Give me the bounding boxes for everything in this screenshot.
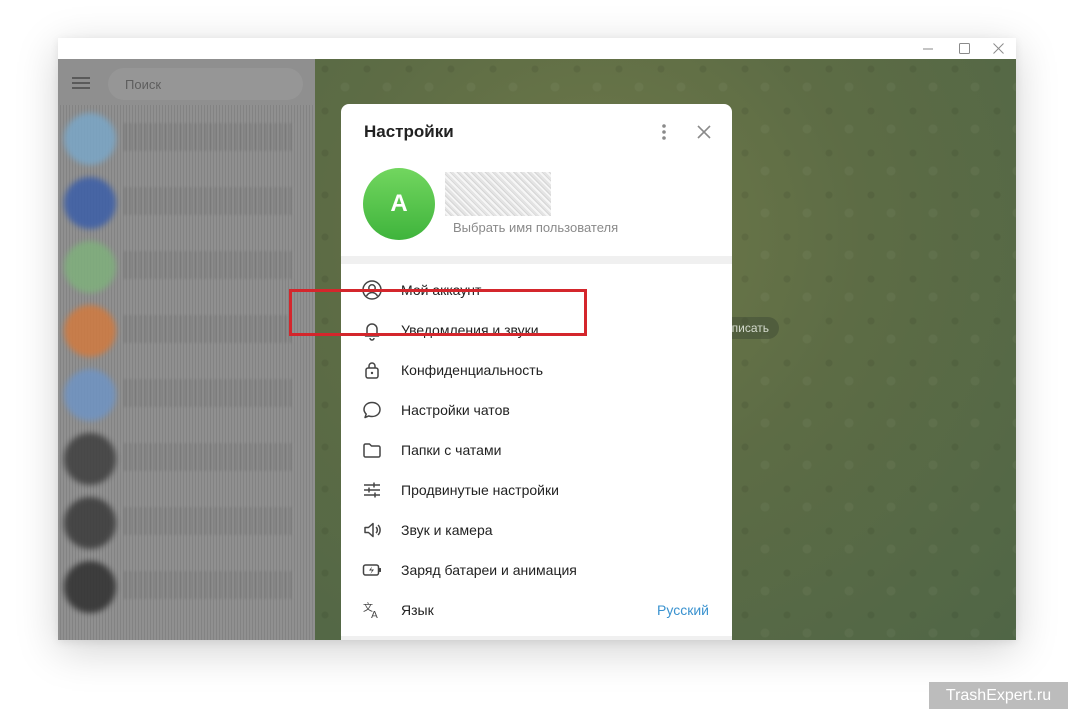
menu-item-chat-folders[interactable]: Папки с чатами [341,430,732,470]
maximize-icon [958,43,970,54]
language-value: Русский [657,602,709,618]
menu-item-label: Заряд батареи и анимация [401,562,577,578]
translate-icon: 文A [361,599,383,621]
menu-item-label: Звук и камера [401,522,493,538]
chat-preview-redacted [124,187,294,215]
lock-icon [361,359,383,381]
avatar-letter: A [390,190,408,217]
chat-list-pane [58,59,315,640]
avatar [64,433,116,485]
watermark: TrashExpert.ru [929,682,1068,709]
chat-list [58,105,315,640]
more-options-button[interactable] [655,122,673,142]
minimize-button[interactable] [910,38,946,59]
menu-item-label: Продвинутые настройки [401,482,559,498]
title-bar [58,38,1016,59]
avatar[interactable]: A [363,168,435,240]
menu-item-label: Папки с чатами [401,442,502,458]
speaker-icon [361,519,383,541]
avatar [64,561,116,613]
list-item[interactable] [58,233,315,295]
chat-preview-redacted [124,315,294,343]
maximize-button[interactable] [946,38,982,59]
chat-preview-redacted [124,123,294,151]
avatar [64,177,116,229]
menu-item-label: Настройки чатов [401,402,510,418]
chat-preview-redacted [124,443,294,471]
menu-item-sound-camera[interactable]: Звук и камера [341,510,732,550]
close-dialog-button[interactable] [694,122,714,142]
menu-item-label: Конфиденциальность [401,362,544,378]
menu-item-language[interactable]: 文A Язык Русский [341,590,732,630]
list-item[interactable] [58,553,315,615]
profile-name-redacted [445,172,551,216]
menu-item-label: Язык [401,602,434,618]
chat-preview-redacted [124,379,294,407]
search-box[interactable] [108,68,303,100]
close-icon [697,125,711,139]
close-icon [992,43,1004,54]
menu-item-battery-animation[interactable]: Заряд батареи и анимация [341,550,732,590]
settings-dialog: Настройки A Выбрать имя пользователя Мой… [341,104,732,640]
section-separator [341,256,732,264]
battery-icon [361,559,383,581]
menu-item-chat-settings[interactable]: Настройки чатов [341,390,732,430]
dialog-title: Настройки [364,122,454,141]
chat-preview-redacted [124,507,294,535]
minimize-icon [923,48,933,49]
chat-preview-redacted [124,571,294,599]
avatar [64,113,116,165]
menu-item-advanced-settings[interactable]: Продвинутые настройки [341,470,732,510]
svg-text:A: A [371,610,378,621]
list-item[interactable] [58,489,315,551]
close-window-button[interactable] [980,38,1016,59]
chat-preview-redacted [124,251,294,279]
app-window: аписать Настройки A Выбрать [58,38,1016,640]
list-item[interactable] [58,169,315,231]
menu-item-privacy[interactable]: Конфиденциальность [341,350,732,390]
chat-bubble-icon [361,399,383,421]
menu-icon[interactable] [72,77,90,89]
folder-icon [361,439,383,461]
avatar [64,305,116,357]
list-item[interactable] [58,297,315,359]
avatar [64,241,116,293]
privacy-highlight-frame [289,289,587,336]
avatar [64,369,116,421]
more-vertical-icon [662,124,666,140]
list-item[interactable] [58,361,315,423]
search-input[interactable] [108,68,295,100]
list-item[interactable] [58,425,315,487]
list-item[interactable] [58,105,315,167]
chat-list-header [58,59,315,105]
section-separator [341,636,732,640]
sliders-icon [361,479,383,501]
avatar [64,497,116,549]
telegram-app: аписать Настройки A Выбрать [58,59,1016,640]
choose-username-link[interactable]: Выбрать имя пользователя [453,220,618,235]
